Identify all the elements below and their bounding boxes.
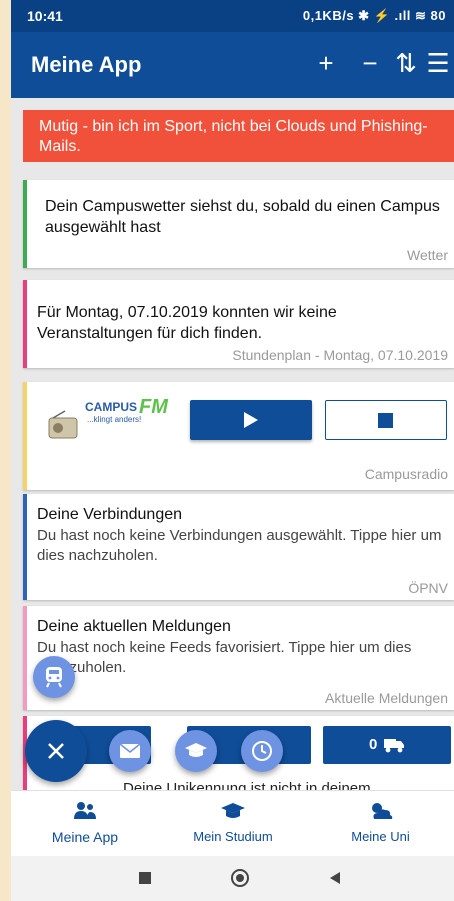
close-fab[interactable]	[25, 720, 87, 782]
mail-fab[interactable]	[109, 730, 151, 772]
alert-banner[interactable]: Mutig - bin ich im Sport, nicht bei Clou…	[23, 110, 454, 162]
play-icon	[244, 412, 258, 428]
back-button[interactable]	[329, 871, 341, 885]
timetable-card[interactable]: Für Montag, 07.10.2019 konnten wir keine…	[23, 280, 454, 368]
card-stripe	[23, 382, 27, 490]
radio-icon	[48, 410, 78, 439]
graduation-cap-icon	[221, 803, 245, 818]
weather-footer: Wetter	[407, 247, 448, 263]
campusradio-logo-sub: ...klingt anders!	[87, 415, 142, 424]
graduation-cap-icon	[185, 743, 207, 757]
nav-mein-studium-label: Mein Studium	[193, 829, 273, 844]
counter-button-3[interactable]: 0	[323, 726, 451, 764]
news-footer: Aktuelle Meldungen	[325, 690, 448, 706]
timetable-footer: Stundenplan - Montag, 07.10.2019	[232, 347, 448, 363]
nav-mein-studium[interactable]: Mein Studium	[159, 791, 307, 857]
news-text: Du hast noch keine Feeds favorisiert. Ti…	[37, 639, 412, 676]
clock-fab[interactable]	[241, 730, 283, 772]
weather-text: Dein Campuswetter siehst du, sobald du e…	[45, 198, 440, 236]
nav-meine-app[interactable]: Meine App	[11, 791, 159, 857]
card-stripe	[23, 606, 27, 710]
clock-icon	[252, 741, 272, 761]
people-icon	[74, 802, 96, 819]
app-bar: Meine App + − ⇅ ☰	[11, 32, 454, 98]
campusradio-footer: Campusradio	[364, 466, 448, 482]
status-bar: 10:41 0,1KB/s ✱ ⚡ .ıll ≋ 80	[11, 0, 454, 32]
uni-id-card: 0 0 0 Deine Unikennung ist nicht in dein…	[23, 716, 454, 790]
weather-card[interactable]: Dein Campuswetter siehst du, sobald du e…	[23, 180, 454, 268]
nav-meine-app-label: Meine App	[51, 829, 119, 845]
home-button[interactable]	[231, 869, 249, 887]
nav-meine-uni-label: Meine Uni	[351, 829, 410, 844]
news-title: Deine aktuellen Meldungen	[37, 618, 231, 635]
page-title: Meine App	[31, 52, 142, 77]
transit-card[interactable]: Deine Verbindungen Du hast noch keine Ve…	[23, 494, 454, 600]
card-stripe	[23, 180, 27, 268]
news-card[interactable]: Deine aktuellen Meldungen Du hast noch k…	[23, 606, 454, 710]
campusradio-logo-text: CAMPUS	[85, 400, 138, 414]
stop-icon	[378, 413, 393, 428]
train-icon	[46, 667, 62, 688]
play-button[interactable]	[190, 400, 312, 440]
remove-icon[interactable]: −	[355, 46, 385, 80]
nav-meine-uni[interactable]: Meine Uni	[307, 791, 454, 857]
alert-text: Mutig - bin ich im Sport, nicht bei Clou…	[39, 118, 428, 155]
filter-icon[interactable]: ☰	[423, 46, 453, 80]
transit-fab[interactable]	[33, 656, 75, 698]
phone-screen: 10:41 0,1KB/s ✱ ⚡ .ıll ≋ 80 Meine App + …	[11, 0, 454, 901]
recents-button[interactable]	[139, 872, 151, 884]
campusradio-card: CAMPUS FM ...klingt anders! Campusradio	[23, 382, 454, 490]
status-indicators: 0,1KB/s ✱ ⚡ .ıll ≋ 80	[302, 8, 446, 23]
stop-button[interactable]	[325, 400, 447, 440]
home-dot	[236, 874, 244, 882]
partly-cloudy-icon	[371, 803, 392, 819]
mail-icon	[119, 743, 141, 758]
widget-list: Mutig - bin ich im Sport, nicht bei Clou…	[11, 98, 454, 790]
truck-icon	[384, 739, 404, 753]
close-icon	[48, 743, 64, 759]
card-stripe	[23, 280, 27, 368]
bottom-navigation: Meine App Mein Studium Meine Uni	[11, 790, 454, 857]
card-stripe	[23, 494, 27, 600]
transit-text: Du hast noch keine Verbindungen ausgewäh…	[37, 527, 442, 564]
counter-3: 0	[369, 736, 378, 753]
timetable-text: Für Montag, 07.10.2019 konnten wir keine…	[37, 304, 337, 342]
system-navigation-bar	[11, 856, 454, 901]
transit-title: Deine Verbindungen	[37, 506, 183, 523]
campusradio-logo: CAMPUS FM ...klingt anders!	[47, 396, 177, 446]
add-icon[interactable]: +	[311, 46, 341, 80]
study-fab[interactable]	[175, 730, 217, 772]
campusradio-logo-fm: FM	[139, 396, 168, 418]
transit-footer: ÖPNV	[408, 580, 448, 596]
status-time: 10:41	[27, 8, 63, 24]
uni-id-text: Deine Unikennung ist nicht in deinem	[123, 780, 371, 790]
sort-icon[interactable]: ⇅	[391, 46, 421, 80]
